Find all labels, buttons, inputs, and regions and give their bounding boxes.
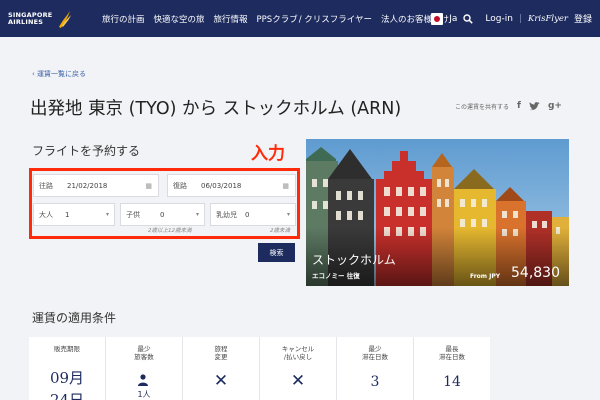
not-allowed-icon: ✕: [290, 371, 306, 391]
condition-header: 最長 滞在日数: [439, 345, 465, 361]
logo-line2: AIRLINES: [8, 17, 44, 26]
condition-max-stay: 最長 滞在日数 14: [414, 337, 490, 400]
facebook-icon[interactable]: f: [517, 101, 521, 111]
condition-value: 14: [443, 374, 461, 390]
page-title: 出発地 東京 (TYO) から ストックホルム (ARN): [30, 99, 402, 119]
condition-header: 最少 滞在日数: [362, 345, 388, 361]
destination-name: ストックホルム: [312, 253, 396, 267]
login-link[interactable]: Log-in: [485, 14, 513, 24]
condition-header: キャンセル /払い戻し: [281, 345, 315, 361]
input-highlight-frame: [29, 168, 300, 239]
japan-flag-icon[interactable]: [431, 12, 444, 25]
condition-sales-deadline: 販売期限 09月24日: [29, 337, 105, 400]
not-allowed-icon: ✕: [213, 371, 229, 391]
top-navigation-bar: SINGAPORE AIRLINES 旅行の計画 快適な空の旅 旅行情報 PPS…: [0, 0, 600, 37]
register-link[interactable]: 登録: [574, 12, 592, 25]
input-annotation: 入力: [251, 144, 285, 164]
search-icon[interactable]: [463, 13, 474, 24]
back-to-fares-link[interactable]: ‹ 運賃一覧に戻る: [32, 69, 86, 79]
header-tools: Ja Log-in | KrisFlyer 登録: [431, 0, 592, 37]
condition-header: 販売期限: [54, 345, 80, 353]
main-nav: 旅行の計画 快適な空の旅 旅行情報 PPSクラブ / クリスフライヤー 法人のお…: [102, 13, 449, 25]
condition-header: 旅程 変更: [214, 345, 228, 361]
fare-conditions-table: 販売期限 09月24日 最少 旅客数 1人 旅程 変更 ✕ キャンセル /払い戻…: [29, 337, 490, 400]
nav-item-pps-club[interactable]: PPSクラブ: [257, 13, 298, 25]
destination-class: エコノミー 往復: [312, 272, 360, 280]
condition-value: 1人: [137, 390, 151, 399]
condition-min-passengers: 最少 旅客数 1人: [106, 337, 182, 400]
condition-value: 09月24日: [49, 369, 85, 400]
fare-conditions-title: 運賃の適用条件: [32, 311, 117, 325]
condition-cancel-refund: キャンセル /払い戻し ✕: [260, 337, 336, 400]
share-label: この運賃を共有する: [455, 103, 510, 111]
condition-min-stay: 最少 滞在日数 3: [337, 337, 413, 400]
nav-item-krisflyer[interactable]: / クリスフライヤー: [299, 13, 372, 25]
nav-item-comfort[interactable]: 快適な空の旅: [154, 13, 205, 25]
destination-price: 54,830: [511, 265, 560, 281]
price-from-label: From JPY: [470, 273, 501, 280]
bird-logo-icon: [59, 10, 72, 28]
singapore-airlines-logo[interactable]: SINGAPORE AIRLINES: [0, 0, 100, 37]
nav-item-plan[interactable]: 旅行の計画: [102, 13, 145, 25]
person-icon: [138, 374, 148, 386]
krisflyer-link[interactable]: KrisFlyer: [528, 14, 568, 24]
language-selector[interactable]: Ja: [449, 14, 457, 24]
header-divider: |: [518, 13, 522, 24]
share-bar: この運賃を共有する f g+: [455, 101, 562, 111]
search-button[interactable]: 検索: [258, 243, 295, 262]
google-plus-icon[interactable]: g+: [548, 101, 562, 111]
condition-value: 3: [370, 374, 380, 390]
nav-item-travel-info[interactable]: 旅行情報: [214, 13, 248, 25]
condition-header: 最少 旅客数: [134, 345, 154, 361]
condition-itinerary-change: 旅程 変更 ✕: [183, 337, 259, 400]
booking-section-title: フライトを予約する: [32, 144, 141, 158]
twitter-icon[interactable]: [528, 101, 540, 111]
